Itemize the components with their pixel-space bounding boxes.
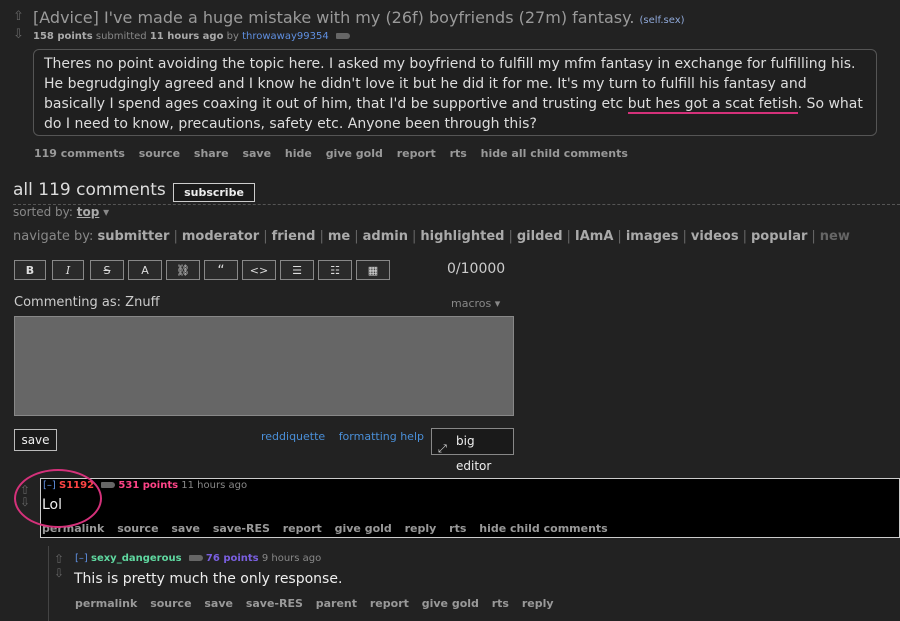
comments-title: all 119 comments [13, 180, 166, 200]
help-links: reddiquette formatting help [261, 430, 434, 443]
post-points: 158 points [33, 31, 93, 42]
user-tag-icon[interactable] [335, 33, 350, 39]
macros-dropdown[interactable]: macros ▾ [451, 297, 500, 310]
downvote-arrow-icon[interactable]: ⇩ [54, 566, 64, 580]
source-link[interactable]: source [150, 597, 191, 610]
rts-link[interactable]: rts [449, 522, 466, 535]
report-link[interactable]: report [370, 597, 409, 610]
italic-button[interactable]: I [52, 260, 84, 280]
nav-iama[interactable]: IAmA [575, 229, 614, 244]
rts-link[interactable]: rts [450, 147, 467, 160]
nav-submitter[interactable]: submitter [97, 229, 169, 244]
nav-friend[interactable]: friend [272, 229, 316, 244]
formatting-help-link[interactable]: formatting help [339, 430, 424, 443]
post-time: 11 hours ago [149, 31, 224, 42]
nav-gilded[interactable]: gilded [517, 229, 563, 244]
post-domain[interactable]: (self.sex) [640, 15, 685, 26]
hide-child-comments-link[interactable]: hide child comments [479, 522, 607, 535]
comment-textarea[interactable] [14, 316, 514, 416]
commenting-as: Commenting as: Znuff [14, 295, 160, 310]
save-res-link[interactable]: save-RES [213, 522, 270, 535]
comment-body: This is pretty much the only response. [74, 571, 343, 587]
big-editor-button[interactable]: ⤢ big editor [431, 428, 514, 473]
numbered-list-icon[interactable]: ☷ [318, 260, 352, 280]
hide-link[interactable]: hide [285, 147, 312, 160]
collapse-toggle[interactable]: [–] [75, 553, 88, 564]
comment-2: ⇧ ⇩ [–] sexy_dangerous 76 points 9 hours… [48, 546, 900, 621]
post-title[interactable]: [Advice] I've made a huge mistake with m… [33, 8, 685, 27]
comment-points: 531 points [118, 480, 179, 491]
character-counter: 0/10000 [447, 261, 506, 277]
parent-link[interactable]: parent [316, 597, 357, 610]
post-tagline: 158 points submitted 11 hours ago by thr… [33, 31, 350, 42]
strikethrough-button[interactable]: S [90, 260, 124, 280]
comment-author[interactable]: sexy_dangerous [91, 553, 182, 564]
nav-admin[interactable]: admin [363, 229, 408, 244]
permalink-link[interactable]: permalink [75, 597, 137, 610]
give-gold-link[interactable]: give gold [326, 147, 383, 160]
save-link[interactable]: save [204, 597, 233, 610]
nav-images[interactable]: images [626, 229, 679, 244]
nav-me[interactable]: me [328, 229, 350, 244]
rts-link[interactable]: rts [492, 597, 509, 610]
expand-icon: ⤢ [438, 442, 447, 455]
share-link[interactable]: share [194, 147, 229, 160]
upvote-arrow-icon[interactable]: ⇧ [54, 552, 64, 566]
user-tag-icon[interactable] [101, 482, 116, 488]
post-buttons: 119 comments source share save hide give… [34, 147, 638, 160]
nav-new[interactable]: new [820, 229, 850, 244]
comment-points: 76 points [205, 553, 259, 564]
comment-tagline: [–] sexy_dangerous 76 points 9 hours ago [75, 553, 321, 564]
downvote-arrow-icon[interactable]: ⇩ [13, 28, 27, 41]
nav-videos[interactable]: videos [691, 229, 739, 244]
link-icon[interactable]: ⛓ [166, 260, 200, 280]
source-link[interactable]: source [139, 147, 180, 160]
reddiquette-link[interactable]: reddiquette [261, 430, 325, 443]
report-link[interactable]: report [397, 147, 436, 160]
comment-buttons: permalink source save save-RES report gi… [42, 522, 617, 535]
nav-highlighted[interactable]: highlighted [420, 229, 504, 244]
give-gold-link[interactable]: give gold [422, 597, 479, 610]
code-icon[interactable]: <> [242, 260, 276, 280]
divider [13, 204, 900, 205]
save-button[interactable]: save [14, 429, 57, 451]
nav-popular[interactable]: popular [751, 229, 807, 244]
highlighted-text: but hes got a scat fetish [627, 96, 798, 114]
chevron-down-icon[interactable]: ▾ [495, 297, 501, 310]
sort-menu[interactable]: sorted by: top ▾ [13, 205, 109, 219]
nav-moderator[interactable]: moderator [182, 229, 259, 244]
chevron-down-icon[interactable]: ▾ [103, 205, 109, 219]
reply-link[interactable]: reply [522, 597, 554, 610]
comment-1: [–] S1192 531 points 11 hours ago Lol pe… [40, 478, 900, 538]
highlight-circle [14, 469, 102, 528]
table-icon[interactable]: ▦ [356, 260, 390, 280]
navigate-bar: navigate by: submitter | moderator | friend |… [13, 229, 850, 244]
reply-link[interactable]: reply [405, 522, 437, 535]
save-link[interactable]: save [242, 147, 271, 160]
save-link[interactable]: save [171, 522, 200, 535]
user-tag-icon[interactable] [188, 555, 203, 561]
upvote-arrow-icon[interactable]: ⇧ [13, 10, 27, 23]
comment-time: 11 hours ago [181, 480, 248, 491]
comment-buttons: permalink source save save-RES parent re… [75, 597, 563, 610]
quote-icon[interactable]: “ [204, 260, 238, 280]
save-res-link[interactable]: save-RES [246, 597, 303, 610]
sort-value[interactable]: top [77, 205, 100, 219]
superscript-button[interactable]: A [128, 260, 162, 280]
bullet-list-icon[interactable]: ☰ [280, 260, 314, 280]
comments-link[interactable]: 119 comments [34, 147, 125, 160]
post-author[interactable]: throwaway99354 [242, 31, 329, 42]
bold-button[interactable]: B [14, 260, 46, 280]
hide-all-child-comments-link[interactable]: hide all child comments [481, 147, 628, 160]
source-link[interactable]: source [117, 522, 158, 535]
comment-time: 9 hours ago [261, 553, 322, 564]
subscribe-button[interactable]: subscribe [173, 183, 255, 202]
report-link[interactable]: report [283, 522, 322, 535]
give-gold-link[interactable]: give gold [335, 522, 392, 535]
post-selftext: Theres no point avoiding the topic here.… [33, 49, 877, 136]
